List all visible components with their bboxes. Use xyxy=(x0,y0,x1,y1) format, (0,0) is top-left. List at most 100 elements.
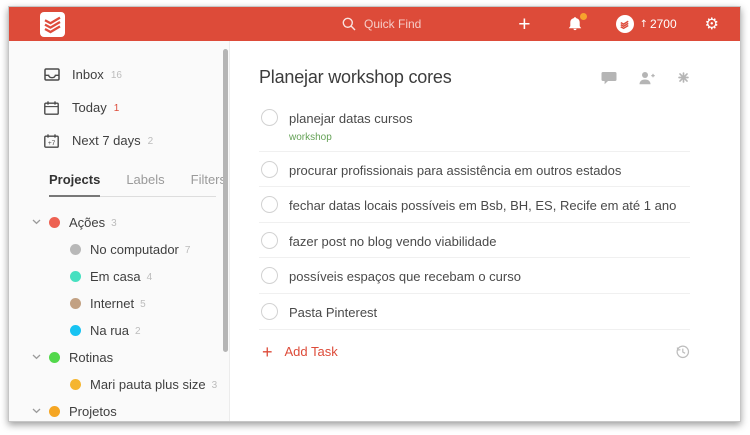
comments-icon[interactable] xyxy=(601,71,617,85)
notification-badge xyxy=(580,13,587,20)
project-item[interactable]: No computador 7 xyxy=(9,236,229,263)
search-input[interactable] xyxy=(364,17,514,31)
project-name: Projetos xyxy=(69,404,117,419)
task-checkbox[interactable] xyxy=(261,196,278,213)
sidebar-nav: Inbox 16 Today 1 +7 Next 7 days 2 xyxy=(9,41,229,157)
tab-projects[interactable]: Projects xyxy=(49,172,100,197)
avatar xyxy=(616,15,634,33)
sidebar-item-inbox[interactable]: Inbox 16 xyxy=(9,58,229,91)
karma-up-arrow-icon: ↑ xyxy=(640,19,648,30)
task-body: Pasta Pinterest xyxy=(289,303,377,321)
project-item[interactable]: Ações 3 xyxy=(9,209,229,236)
chevron-down-icon[interactable] xyxy=(32,354,41,360)
nav-label: Inbox xyxy=(72,67,104,82)
inbox-icon xyxy=(43,68,60,81)
project-name: Mari pauta plus size xyxy=(90,377,206,392)
todoist-logo-icon[interactable] xyxy=(40,12,65,37)
sidebar-tabs: ProjectsLabelsFilters xyxy=(49,172,216,197)
task-body: procurar profissionais para assistência … xyxy=(289,161,621,179)
project-color-dot xyxy=(49,217,60,228)
project-color-dot xyxy=(70,271,81,282)
task-body: possíveis espaços que recebam o curso xyxy=(289,267,521,285)
project-item[interactable]: Mari pauta plus size 3 xyxy=(9,371,229,398)
task-text: fazer post no blog vendo viabilidade xyxy=(289,232,496,250)
project-color-dot xyxy=(70,325,81,336)
task-row[interactable]: planejar datas cursos workshop xyxy=(259,100,690,152)
project-item[interactable]: Projetos xyxy=(9,398,229,425)
nav-count: 16 xyxy=(111,68,122,81)
project-color-dot xyxy=(49,406,60,417)
project-color-dot xyxy=(49,352,60,363)
task-checkbox[interactable] xyxy=(261,232,278,249)
project-header: Planejar workshop cores xyxy=(259,67,690,88)
project-name: Na rua xyxy=(90,323,129,338)
project-name: Internet xyxy=(90,296,134,311)
project-item[interactable]: Na rua2 xyxy=(9,317,229,344)
svg-text:+7: +7 xyxy=(48,140,56,147)
magnifier-icon xyxy=(342,17,356,31)
sidebar-item-next-7-days[interactable]: +7 Next 7 days 2 xyxy=(9,124,229,157)
project-item[interactable]: Rotinas xyxy=(9,344,229,371)
notifications-bell-icon[interactable] xyxy=(567,16,583,32)
sidebar-item-today[interactable]: Today 1 xyxy=(9,91,229,124)
task-body: fazer post no blog vendo viabilidade xyxy=(289,232,496,250)
nav-count: 2 xyxy=(148,134,154,147)
task-list: planejar datas cursos workshop procurar pr… xyxy=(259,100,690,330)
project-item[interactable]: Em casa4 xyxy=(9,263,229,290)
karma-score: ↑ 2700 xyxy=(640,17,677,31)
nav-count: 1 xyxy=(114,101,120,114)
project-count: 7 xyxy=(185,243,191,256)
nav-label: Today xyxy=(72,100,107,115)
add-collaborator-icon[interactable] xyxy=(638,71,656,85)
project-color-dot xyxy=(70,379,81,390)
chevron-down-icon[interactable] xyxy=(32,219,41,225)
project-header-actions xyxy=(601,71,690,85)
page-title: Planejar workshop cores xyxy=(259,67,452,88)
project-name: No computador xyxy=(90,242,179,257)
add-task-plus-icon[interactable]: + xyxy=(262,343,273,361)
task-text: procurar profissionais para assistência … xyxy=(289,161,621,179)
gear-icon[interactable]: ⚙ xyxy=(705,16,719,32)
task-row[interactable]: fazer post no blog vendo viabilidade xyxy=(259,223,690,259)
task-row[interactable]: possíveis espaços que recebam o curso xyxy=(259,258,690,294)
account-karma[interactable]: ↑ 2700 xyxy=(616,15,677,33)
task-body: planejar datas cursos workshop xyxy=(289,109,413,143)
task-row[interactable]: procurar profissionais para assistência … xyxy=(259,152,690,188)
tab-filters[interactable]: Filters xyxy=(191,172,226,196)
sidebar-scrollbar[interactable] xyxy=(223,49,228,352)
top-bar: + xyxy=(9,7,740,41)
task-history-icon[interactable] xyxy=(675,344,690,359)
project-count: 3 xyxy=(212,378,218,391)
app-window: + xyxy=(8,6,741,422)
task-checkbox[interactable] xyxy=(261,109,278,126)
sidebar: Inbox 16 Today 1 +7 Next 7 days 2 Projects Labe… xyxy=(9,41,230,421)
project-item[interactable]: Internet 5 xyxy=(9,290,229,317)
project-count: 3 xyxy=(111,216,117,229)
add-task-row: + Add Task xyxy=(259,330,690,361)
project-name: Ações xyxy=(69,215,105,230)
task-checkbox[interactable] xyxy=(261,267,278,284)
add-task-button[interactable]: Add Task xyxy=(285,344,338,359)
main-content: Planejar workshop cores xyxy=(231,41,740,421)
task-text: planejar datas cursos xyxy=(289,109,413,127)
task-text: fechar datas locais possíveis em Bsb, BH… xyxy=(289,196,676,214)
task-body: fechar datas locais possíveis em Bsb, BH… xyxy=(289,196,676,214)
chevron-down-icon[interactable] xyxy=(32,408,41,414)
task-row[interactable]: Pasta Pinterest xyxy=(259,294,690,330)
nav-label: Next 7 days xyxy=(72,133,141,148)
project-count: 5 xyxy=(140,297,146,310)
project-color-dot xyxy=(70,244,81,255)
project-color-dot xyxy=(70,298,81,309)
calendar-next7-icon: +7 xyxy=(43,134,60,148)
project-actions-icon[interactable] xyxy=(677,71,690,84)
topbar-actions: + xyxy=(518,14,719,35)
task-row[interactable]: fechar datas locais possíveis em Bsb, BH… xyxy=(259,187,690,223)
tab-labels[interactable]: Labels xyxy=(126,172,164,196)
quick-find-search[interactable] xyxy=(342,7,514,41)
task-checkbox[interactable] xyxy=(261,161,278,178)
task-checkbox[interactable] xyxy=(261,303,278,320)
calendar-today-icon xyxy=(43,101,60,115)
karma-value: 2700 xyxy=(650,17,677,31)
task-label-tag[interactable]: workshop xyxy=(289,132,413,143)
add-task-quick-icon[interactable]: + xyxy=(518,14,530,35)
